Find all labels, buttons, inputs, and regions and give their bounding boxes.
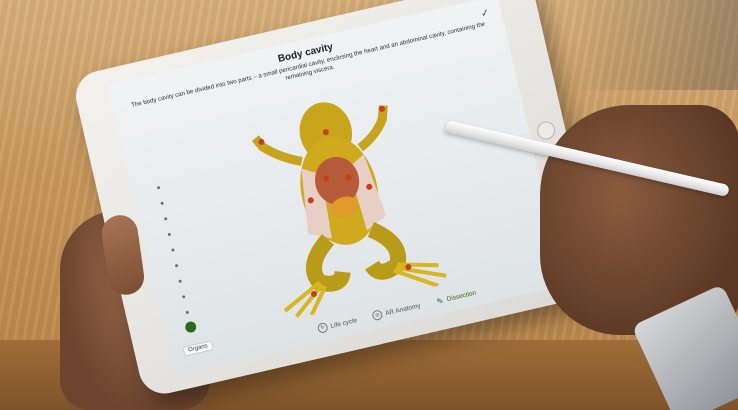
lifecycle-icon: ↻	[316, 321, 329, 334]
timeline-active-dot[interactable]	[184, 320, 198, 334]
timeline-dot[interactable]	[171, 248, 175, 252]
timeline-dot[interactable]	[178, 279, 182, 284]
scalpel-icon: ✎	[435, 295, 445, 306]
organ-timeline[interactable]	[154, 185, 198, 334]
frog-model[interactable]	[206, 54, 472, 328]
frog-arm-left	[251, 135, 303, 166]
tab-label: Dissection	[445, 289, 477, 303]
timeline-dot[interactable]	[174, 263, 179, 268]
tab-dissection[interactable]: ✎ Dissection	[435, 288, 477, 307]
timeline-dot[interactable]	[167, 232, 172, 237]
photo-scene: Body cavity The body cavity can be divid…	[0, 0, 738, 410]
tab-label: Life cycle	[329, 316, 358, 330]
frog-foot-left	[283, 280, 328, 318]
timeline-dot[interactable]	[163, 217, 168, 221]
timeline-dot[interactable]	[181, 295, 186, 299]
timeline-dot[interactable]	[185, 310, 190, 315]
tab-life-cycle[interactable]: ↻ Life cycle	[316, 315, 358, 334]
background-shadow	[568, 0, 738, 90]
timeline-dot[interactable]	[156, 185, 161, 190]
timeline-dot[interactable]	[160, 201, 164, 206]
ar-icon: ◎	[371, 309, 384, 322]
frog-arm-right	[357, 105, 388, 152]
frog-leg-left	[306, 234, 351, 292]
tab-label: AR Anatomy	[384, 301, 422, 317]
frog-leg-right	[365, 222, 407, 280]
organs-button[interactable]: Organs	[182, 340, 214, 357]
tab-ar-anatomy[interactable]: ◎ AR Anatomy	[371, 300, 422, 322]
